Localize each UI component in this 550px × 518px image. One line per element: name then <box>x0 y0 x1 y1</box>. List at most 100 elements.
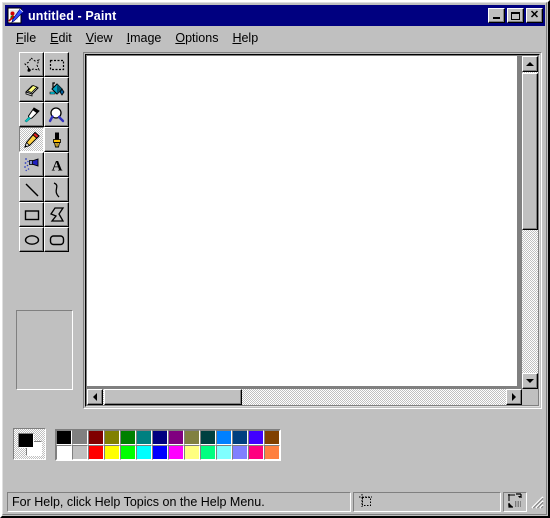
tool-eraser[interactable] <box>19 77 44 102</box>
tool-curve[interactable] <box>44 177 69 202</box>
color-palette-bar <box>8 424 281 470</box>
status-position-pane <box>353 492 501 512</box>
menu-item-options[interactable]: Options <box>168 29 225 47</box>
tool-select[interactable] <box>44 52 69 77</box>
tool-pencil[interactable] <box>19 127 44 152</box>
palette-color-r1-c14[interactable] <box>264 430 280 445</box>
palette-color-r2-c1[interactable] <box>56 445 72 460</box>
eraser-icon <box>24 84 39 97</box>
magnifier-icon <box>48 106 64 122</box>
tool-brush[interactable] <box>44 127 69 152</box>
palette-color-r1-c12[interactable] <box>232 430 248 445</box>
vertical-scrollbar[interactable] <box>522 56 538 389</box>
scroll-left-button[interactable] <box>87 389 103 405</box>
svg-text:A: A <box>51 158 62 174</box>
palette-color-r1-c2[interactable] <box>72 430 88 445</box>
drawing-canvas[interactable] <box>87 56 517 386</box>
palette-color-r1-c7[interactable] <box>152 430 168 445</box>
maximize-icon <box>508 9 523 22</box>
chevron-up-icon <box>526 62 534 66</box>
line-icon <box>25 183 38 196</box>
vertical-scroll-thumb[interactable] <box>522 73 538 230</box>
palette-color-r1-c6[interactable] <box>136 430 152 445</box>
menu-rest-view: iew <box>93 30 113 45</box>
paint-app-icon <box>7 7 24 24</box>
menu-rest-options: ptions <box>185 30 219 45</box>
palette-color-r1-c9[interactable] <box>184 430 200 445</box>
chevron-down-icon <box>526 379 534 383</box>
paint-window: untitled - Paint ✕ File Edit View Image … <box>0 0 550 518</box>
palette-color-r1-c3[interactable] <box>88 430 104 445</box>
menu-item-image[interactable]: Image <box>120 29 169 47</box>
tool-fill[interactable] <box>44 77 69 102</box>
palette-color-r2-c12[interactable] <box>232 445 248 460</box>
palette-color-r2-c10[interactable] <box>200 445 216 460</box>
toolbox: A <box>8 52 80 307</box>
menu-bar: File Edit View Image Options Help <box>5 28 545 47</box>
menu-rest-image: mage <box>130 30 162 45</box>
tool-magnifier[interactable] <box>44 102 69 127</box>
tool-pick-color[interactable] <box>19 102 44 127</box>
palette-color-r2-c14[interactable] <box>264 445 280 460</box>
palette-color-r2-c4[interactable] <box>104 445 120 460</box>
menu-rest-help: elp <box>241 30 259 45</box>
chevron-right-icon <box>512 393 516 401</box>
tool-polygon[interactable] <box>44 202 69 227</box>
close-button[interactable]: ✕ <box>526 8 543 23</box>
pencil-icon <box>23 131 40 148</box>
menu-accel-file: F <box>16 30 24 45</box>
foreground-color-swatch[interactable] <box>18 433 34 448</box>
palette-color-r1-c11[interactable] <box>216 430 232 445</box>
menu-item-view[interactable]: View <box>79 29 120 47</box>
title-bar[interactable]: untitled - Paint ✕ <box>5 5 545 26</box>
menu-item-file[interactable]: File <box>9 29 43 47</box>
palette-color-r2-c11[interactable] <box>216 445 232 460</box>
palette-color-r2-c13[interactable] <box>248 445 264 460</box>
rounded-rectangle-icon <box>49 234 64 245</box>
curve-icon <box>53 181 59 197</box>
menu-item-edit[interactable]: Edit <box>43 29 79 47</box>
palette-color-r2-c8[interactable] <box>168 445 184 460</box>
minimize-icon <box>489 9 504 22</box>
palette-color-r1-c5[interactable] <box>120 430 136 445</box>
scroll-right-button[interactable] <box>506 389 522 405</box>
palette-color-r1-c13[interactable] <box>248 430 264 445</box>
palette-color-r2-c5[interactable] <box>120 445 136 460</box>
scroll-up-button[interactable] <box>522 56 538 72</box>
minimize-button[interactable] <box>488 8 505 23</box>
fill-bucket-icon <box>49 81 64 96</box>
menu-item-help[interactable]: Help <box>225 29 265 47</box>
close-icon: ✕ <box>529 8 540 21</box>
tool-options-area[interactable] <box>15 310 73 390</box>
scroll-down-button[interactable] <box>522 373 538 389</box>
palette-color-r1-c8[interactable] <box>168 430 184 445</box>
free-form-select-icon <box>23 56 40 73</box>
tool-rounded-rectangle[interactable] <box>44 227 69 252</box>
ellipse-icon <box>24 234 39 245</box>
palette-color-r1-c10[interactable] <box>200 430 216 445</box>
palette-color-r2-c7[interactable] <box>152 445 168 460</box>
horizontal-scrollbar[interactable] <box>87 389 522 405</box>
tool-line[interactable] <box>19 177 44 202</box>
canvas-frame <box>83 52 542 409</box>
palette-color-r2-c3[interactable] <box>88 445 104 460</box>
client-area: A <box>5 48 545 478</box>
tool-rectangle[interactable] <box>19 202 44 227</box>
tool-text[interactable]: A <box>44 152 69 177</box>
horizontal-scroll-thumb[interactable] <box>104 389 242 405</box>
current-color-indicator[interactable] <box>13 428 46 460</box>
tool-free-form-select[interactable] <box>19 52 44 77</box>
tool-ellipse[interactable] <box>19 227 44 252</box>
resize-grip[interactable] <box>529 494 545 510</box>
palette-color-r2-c2[interactable] <box>72 445 88 460</box>
palette-color-r1-c4[interactable] <box>104 430 120 445</box>
tool-airbrush[interactable] <box>19 152 44 177</box>
palette-color-r2-c6[interactable] <box>136 445 152 460</box>
maximize-button[interactable] <box>507 8 524 23</box>
text-icon: A <box>51 158 62 174</box>
menu-accel-edit: E <box>50 30 59 45</box>
status-bar: For Help, click Help Topics on the Help … <box>5 491 545 513</box>
tool-options-panel <box>8 310 80 392</box>
palette-color-r2-c9[interactable] <box>184 445 200 460</box>
palette-color-r1-c1[interactable] <box>56 430 72 445</box>
